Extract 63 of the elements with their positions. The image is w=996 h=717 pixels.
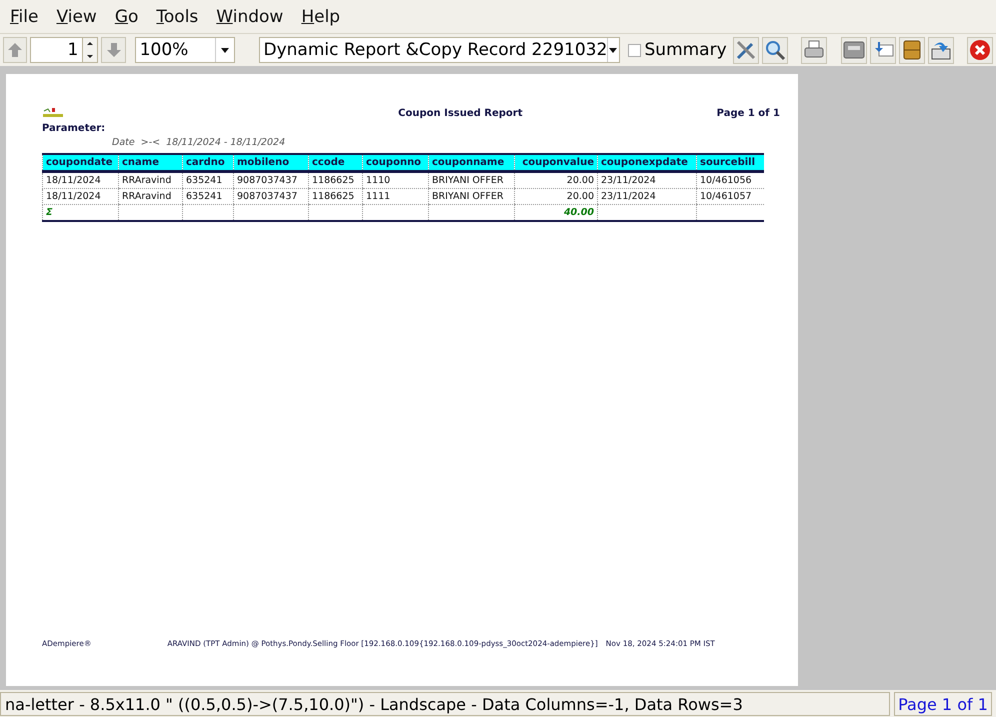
column-header: couponno xyxy=(362,154,428,172)
table-cell: BRIYANI OFFER xyxy=(432,191,504,202)
table-cell: 23/11/2024 xyxy=(601,175,656,186)
parameter-label: Parameter: xyxy=(42,123,106,134)
menu-item[interactable]: Tools xyxy=(156,6,198,26)
print-button[interactable] xyxy=(840,36,867,64)
table-cell: 20.00 xyxy=(566,191,594,202)
table-cell: 1110 xyxy=(366,175,390,186)
column-header: ccode xyxy=(308,154,362,172)
table-cell: 1186625 xyxy=(312,191,354,202)
email-button[interactable] xyxy=(870,36,896,64)
table-cell: 18/11/2024 xyxy=(46,175,101,186)
table-cell: 1111 xyxy=(366,191,390,202)
table-cell: 1186625 xyxy=(312,175,354,186)
status-info: na-letter - 8.5x11.0 " ((0.5,0.5)->(7.5,10.0)") - Landscape - Data Columns=-1, Data Rows=3 xyxy=(0,692,890,716)
table-cell: RRAravind xyxy=(122,191,172,202)
zoom-dropdown[interactable]: 100% xyxy=(134,37,234,63)
table-cell: 20.00 xyxy=(566,175,594,186)
table-cell: 9087037437 xyxy=(237,191,298,202)
column-header: cname xyxy=(118,154,182,172)
page-spinner[interactable] xyxy=(82,37,98,63)
parameter-text: Date >-< 18/11/2024 - 18/11/2024 xyxy=(112,137,286,148)
column-header: couponname xyxy=(428,154,514,172)
search-button[interactable] xyxy=(762,36,788,64)
menu-item[interactable]: View xyxy=(56,6,97,26)
caret-icon xyxy=(220,48,228,52)
tools-button[interactable] xyxy=(732,36,759,64)
summary-checkbox[interactable]: Summary xyxy=(628,40,727,60)
logo-icon xyxy=(42,107,64,119)
table-cell: 10/461057 xyxy=(700,191,752,202)
menu-item[interactable]: Go xyxy=(114,6,138,26)
report-dropdown[interactable]: Dynamic Report &Copy Record 2291032 xyxy=(258,37,620,63)
report-title: Coupon Issued Report xyxy=(398,108,522,118)
menu-item[interactable]: Window xyxy=(216,6,284,26)
table-cell: 23/11/2024 xyxy=(601,191,656,202)
up-arrow-icon xyxy=(6,41,24,59)
column-header: cardno xyxy=(182,154,234,172)
status-page: Page 1 of 1 xyxy=(894,692,992,716)
print-preview-button[interactable] xyxy=(801,36,828,64)
total-cell: 40.00 xyxy=(564,207,594,218)
sum-symbol: Σ xyxy=(46,207,52,218)
down-arrow-icon xyxy=(104,41,123,59)
caret-icon xyxy=(609,48,618,52)
table-cell: 9087037437 xyxy=(237,175,298,186)
table-cell: BRIYANI OFFER xyxy=(432,175,504,186)
column-header: couponexpdate xyxy=(598,154,696,172)
column-header: coupondate xyxy=(42,154,118,172)
table-cell: 635241 xyxy=(186,175,222,186)
table-cell: 18/11/2024 xyxy=(46,191,101,202)
table-cell: 635241 xyxy=(186,191,222,202)
archive-button[interactable] xyxy=(898,36,925,64)
table-cell: RRAravind xyxy=(122,175,172,186)
close-button[interactable] xyxy=(967,36,994,64)
close-icon xyxy=(968,38,992,62)
page-number: Page 1 of 1 xyxy=(716,108,780,118)
table-cell: 10/461056 xyxy=(700,175,752,186)
export-button[interactable] xyxy=(928,36,954,64)
menu-item[interactable]: Help xyxy=(301,6,340,26)
menu-item[interactable]: File xyxy=(10,6,38,26)
column-header: couponvalue xyxy=(514,154,598,172)
column-header: mobileno xyxy=(234,154,308,172)
page-number-field[interactable]: 1 xyxy=(30,37,82,63)
column-header: sourcebill xyxy=(696,154,764,172)
